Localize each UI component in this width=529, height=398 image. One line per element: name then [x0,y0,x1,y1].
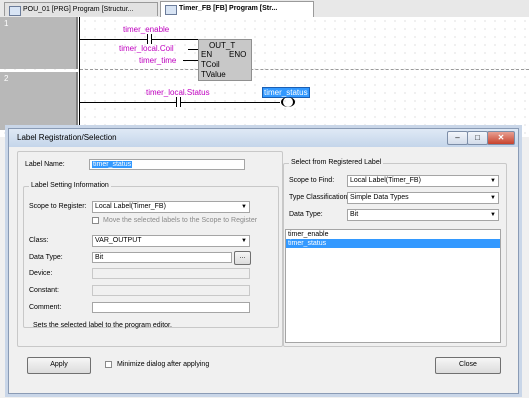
chevron-down-icon: ▼ [490,195,496,201]
label-name-value: timer_status [92,161,133,168]
constant-field[interactable] [92,285,250,296]
scope-find-label: Scope to Find: [289,177,335,184]
tab-timer-fb[interactable]: Timer_FB [FB] Program [Str... [160,1,314,17]
data-type2-label: Data Type: [289,211,323,218]
fb-eno: ENO [229,50,247,59]
minimize-button[interactable]: – [447,131,468,145]
fb-en: EN [201,50,213,59]
data-type-label: Data Type: [29,254,63,261]
ladder-editor[interactable]: 1 2 timer_enable timer_local.Coil timer_… [0,17,529,137]
scope-register-label: Scope to Register: [29,203,87,210]
minimize-icon: – [455,133,460,142]
wire [80,102,176,103]
rung-number-2: 2 [4,74,9,83]
rung-separator [80,69,529,70]
label-registration-dialog: Label Registration/Selection – □ ✕ Label… [8,128,519,394]
input-timer-enable[interactable]: timer_enable [123,25,169,34]
class-value: VAR_OUTPUT [95,237,142,244]
rung-header-1[interactable]: 1 [0,17,78,69]
function-block-out-t[interactable]: OUT_T EN ENO TCoil TValue [198,39,252,81]
close-window-button[interactable]: ✕ [487,131,515,145]
browse-label: ... [239,253,246,260]
comment-label: Comment: [29,304,62,311]
chevron-down-icon: ▼ [490,212,496,218]
label-name-field[interactable]: timer_status [89,159,245,170]
chevron-down-icon: ▼ [241,204,247,210]
wire [183,60,198,61]
rung-header-2[interactable]: 2 [0,72,78,130]
minimize-after-apply-label: Minimize dialog after applying [117,361,210,368]
device-field[interactable] [92,268,250,279]
type-class-label: Type Classification: [289,194,350,201]
rung-number-1: 1 [4,19,9,28]
registered-label-list[interactable]: timer_enable timer_status [285,229,501,343]
scope-register-select[interactable]: Local Label(Timer_FB) ▼ [92,201,250,213]
data-type2-value: Bit [350,211,359,218]
device-label: Device: [29,270,53,277]
input-timer-time[interactable]: timer_time [139,56,176,65]
fb-tcoil: TCoil [201,60,220,69]
chevron-down-icon: ▼ [241,238,247,244]
fb-name: OUT_T [209,41,236,50]
move-labels-label: Move the selected labels to the Scope to… [103,217,258,224]
scope-find-value: Local Label(Timer_FB) [350,177,421,184]
scope-register-value: Local Label(Timer_FB) [95,203,166,210]
constant-label: Constant: [29,287,59,294]
contact-timer-local-status[interactable]: timer_local.Status [146,88,210,97]
select-group-title: Select from Registered Label [289,159,384,166]
program-icon [9,6,21,16]
chevron-down-icon: ▼ [490,178,496,184]
tab-bar: POU_01 [PRG] Program [Structur... Timer_… [0,0,529,18]
close-button[interactable]: Close [435,357,501,374]
type-class-select[interactable]: Simple Data Types ▼ [347,192,499,204]
apply-label: Apply [50,361,68,368]
close-icon: ✕ [497,133,505,142]
list-item[interactable]: timer_status [286,239,500,248]
wire [181,102,280,103]
left-power-rail [79,17,80,127]
maximize-button[interactable]: □ [467,131,488,145]
apply-button[interactable]: Apply [27,357,91,374]
setting-group-title: Label Setting Information [29,182,111,189]
dialog-title-bar: Label Registration/Selection – □ ✕ [9,129,518,147]
comment-field[interactable] [92,302,250,313]
contact-left [176,97,177,107]
tab-pou01-label: POU_01 [PRG] Program [Structur... [23,6,134,13]
class-select[interactable]: VAR_OUTPUT ▼ [92,235,250,247]
function-block-icon [165,5,177,15]
contact-left [147,34,148,44]
wire [188,49,198,50]
tab-timer-fb-label: Timer_FB [FB] Program [Str... [179,5,278,12]
minimize-after-apply-checkbox[interactable] [105,361,112,368]
type-class-value: Simple Data Types [350,194,409,201]
coil-symbol [281,97,295,107]
status-text: Sets the selected label to the program e… [33,322,172,329]
data-type-value: Bit [95,254,104,261]
list-item[interactable]: timer_enable [286,230,500,239]
fb-tvalue: TValue [201,70,226,79]
wire [80,39,147,40]
wire [152,39,198,40]
input-timer-local-coil[interactable]: timer_local.Coil [119,44,174,53]
data-type-field[interactable]: Bit [92,252,232,263]
label-name-label: Label Name: [25,161,65,168]
dialog-title: Label Registration/Selection [17,133,117,142]
data-type2-select[interactable]: Bit ▼ [347,209,499,221]
tab-pou01[interactable]: POU_01 [PRG] Program [Structur... [4,2,158,16]
scope-find-select[interactable]: Local Label(Timer_FB) ▼ [347,175,499,187]
class-label: Class: [29,237,49,244]
close-label: Close [459,361,477,368]
maximize-icon: □ [475,133,480,142]
move-labels-checkbox[interactable] [92,217,99,224]
browse-data-type-button[interactable]: ... [234,251,251,265]
